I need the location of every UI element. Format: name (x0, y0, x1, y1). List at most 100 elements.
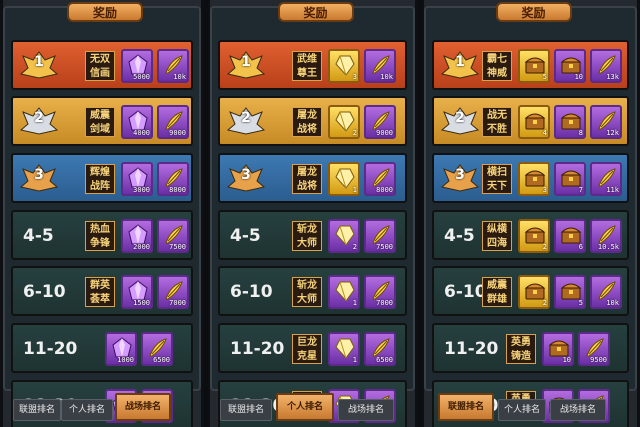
item-quantity: 5000 (133, 73, 150, 81)
feather-reward-item[interactable]: 13k (590, 49, 622, 83)
feather-reward-item[interactable]: 12k (590, 105, 622, 139)
reward-list-frame: 1 无双 信画 5000 10k 2 威震 剑域 4000 9000 3 辉煌 战阵 3000 8000 4-… (3, 6, 201, 427)
item-quantity: 13k (606, 73, 619, 81)
ranking-tab-bar: 联盟排名 个人排名 战场排名 (3, 391, 201, 427)
item-quantity: 10k (606, 299, 619, 307)
crystal-reward-item[interactable]: 1 (328, 275, 360, 309)
tab-alliance-ranking[interactable]: 联盟排名 (438, 393, 494, 421)
title-badge-icon[interactable]: 纵横 四海 (482, 221, 512, 251)
gem-reward-item[interactable]: 4000 (121, 105, 153, 139)
rank-range: 6-10 (444, 282, 487, 302)
title-badge-icon[interactable]: 威震 群雄 (482, 277, 512, 307)
feather-reward-item[interactable]: 10k (157, 49, 189, 83)
feather-reward-item[interactable]: 7500 (157, 219, 189, 253)
reward-row: 11-20 1000 6500 (11, 323, 193, 373)
title-badge-line1: 武维 (297, 54, 317, 65)
item-quantity: 10k (380, 73, 393, 81)
title-badge-icon[interactable]: 威震 剑域 (85, 107, 115, 137)
item-quantity: 7 (578, 186, 583, 194)
rank-medal-icon: 2 (19, 106, 59, 136)
title-badge-icon[interactable]: 霸七 神威 (482, 51, 512, 81)
title-badge-icon[interactable]: 屠龙 战将 (292, 164, 322, 194)
title-badge-line2: 大师 (297, 294, 317, 305)
title-badge-icon[interactable]: 屠龙 战将 (292, 107, 322, 137)
title-badge-icon[interactable]: 无双 信画 (85, 51, 115, 81)
tab-battlefield-ranking[interactable]: 战场排名 (338, 399, 394, 421)
title-badge-line1: 威震 (90, 110, 110, 121)
gem-reward-item[interactable]: 1500 (121, 275, 153, 309)
gem-reward-item[interactable]: 5000 (121, 49, 153, 83)
rank-number: 3 (455, 167, 465, 183)
title-badge-icon[interactable]: 武维 尊王 (292, 51, 322, 81)
title-badge-icon[interactable]: 战无 不胜 (482, 107, 512, 137)
crystal-reward-item[interactable]: 1 (328, 162, 360, 196)
tab-alliance-ranking[interactable]: 联盟排名 (220, 399, 272, 421)
tab-alliance-ranking[interactable]: 联盟排名 (13, 399, 61, 421)
feather-reward-item[interactable]: 10k (364, 49, 396, 83)
chest-reward-item[interactable]: 3 (518, 162, 550, 196)
chest-reward-item[interactable]: 5 (554, 275, 586, 309)
tab-personal-ranking[interactable]: 个人排名 (498, 399, 546, 421)
feather-reward-item[interactable]: 7000 (364, 275, 396, 309)
title-badge-line2: 战将 (297, 124, 317, 135)
title-badge-icon[interactable]: 斩龙 大师 (292, 277, 322, 307)
rank-range: 4-5 (230, 226, 261, 246)
title-badge-icon[interactable]: 群英 荟萃 (85, 277, 115, 307)
chest-reward-item[interactable]: 6 (554, 219, 586, 253)
feather-reward-item[interactable]: 8000 (364, 162, 396, 196)
tab-battlefield-ranking[interactable]: 战场排名 (550, 399, 606, 421)
feather-reward-item[interactable]: 9000 (364, 105, 396, 139)
chest-reward-item[interactable]: 4 (518, 105, 550, 139)
chest-reward-item[interactable]: 10 (542, 332, 574, 366)
feather-reward-item[interactable]: 7000 (157, 275, 189, 309)
rank-medal-icon: 2 (226, 106, 266, 136)
item-quantity: 5 (578, 299, 583, 307)
ranking-tab-bar: 联盟排名 个人排名 战场排名 (210, 391, 415, 427)
feather-reward-item[interactable]: 6500 (364, 332, 396, 366)
chest-reward-item[interactable]: 7 (554, 162, 586, 196)
rank-range: 11-20 (230, 339, 285, 359)
title-badge-line1: 群英 (90, 280, 110, 291)
tab-personal-ranking[interactable]: 个人排名 (276, 393, 334, 421)
reward-row: 4-5 热血 争锋 2000 7500 (11, 210, 193, 260)
title-badge-icon[interactable]: 热血 争锋 (85, 221, 115, 251)
panel-divider (204, 0, 208, 427)
chest-reward-item[interactable]: 10 (554, 49, 586, 83)
title-badge-line1: 横扫 (487, 167, 507, 178)
title-badge-icon[interactable]: 斩龙 大师 (292, 221, 322, 251)
rank-medal-icon: 1 (226, 50, 266, 80)
feather-reward-item[interactable]: 11k (590, 162, 622, 196)
feather-reward-item[interactable]: 8000 (157, 162, 189, 196)
title-badge-line1: 威震 (487, 280, 507, 291)
feather-reward-item[interactable]: 10.5k (590, 219, 622, 253)
gem-reward-item[interactable]: 3000 (121, 162, 153, 196)
crystal-reward-item[interactable]: 2 (328, 105, 360, 139)
title-badge-line2: 尊王 (297, 68, 317, 79)
crystal-reward-item[interactable]: 3 (328, 49, 360, 83)
chest-reward-item[interactable]: 2 (518, 275, 550, 309)
rank-range: 6-10 (230, 282, 273, 302)
chest-reward-item[interactable]: 5 (518, 49, 550, 83)
tab-battlefield-ranking[interactable]: 战场排名 (115, 393, 171, 421)
title-badge-line2: 战将 (297, 181, 317, 192)
crystal-reward-item[interactable]: 2 (328, 219, 360, 253)
feather-reward-item[interactable]: 10k (590, 275, 622, 309)
chest-reward-item[interactable]: 8 (554, 105, 586, 139)
title-badge-icon[interactable]: 巨龙 克星 (292, 334, 322, 364)
rank-medal-icon: 3 (226, 163, 266, 193)
gem-reward-item[interactable]: 2000 (121, 219, 153, 253)
chest-reward-item[interactable]: 2 (518, 219, 550, 253)
tab-personal-ranking[interactable]: 个人排名 (61, 399, 113, 421)
feather-reward-item[interactable]: 9500 (578, 332, 610, 366)
feather-reward-item[interactable]: 7500 (364, 219, 396, 253)
feather-reward-item[interactable]: 9000 (157, 105, 189, 139)
gem-reward-item[interactable]: 1000 (105, 332, 137, 366)
title-badge-icon[interactable]: 横扫 天下 (482, 164, 512, 194)
feather-reward-item[interactable]: 6500 (141, 332, 173, 366)
item-quantity: 4 (542, 129, 547, 137)
crystal-reward-item[interactable]: 1 (328, 332, 360, 366)
title-badge-icon[interactable]: 英勇 铸造 (506, 334, 536, 364)
item-quantity: 1 (352, 356, 357, 364)
item-quantity: 7500 (376, 243, 393, 251)
title-badge-icon[interactable]: 辉煌 战阵 (85, 164, 115, 194)
